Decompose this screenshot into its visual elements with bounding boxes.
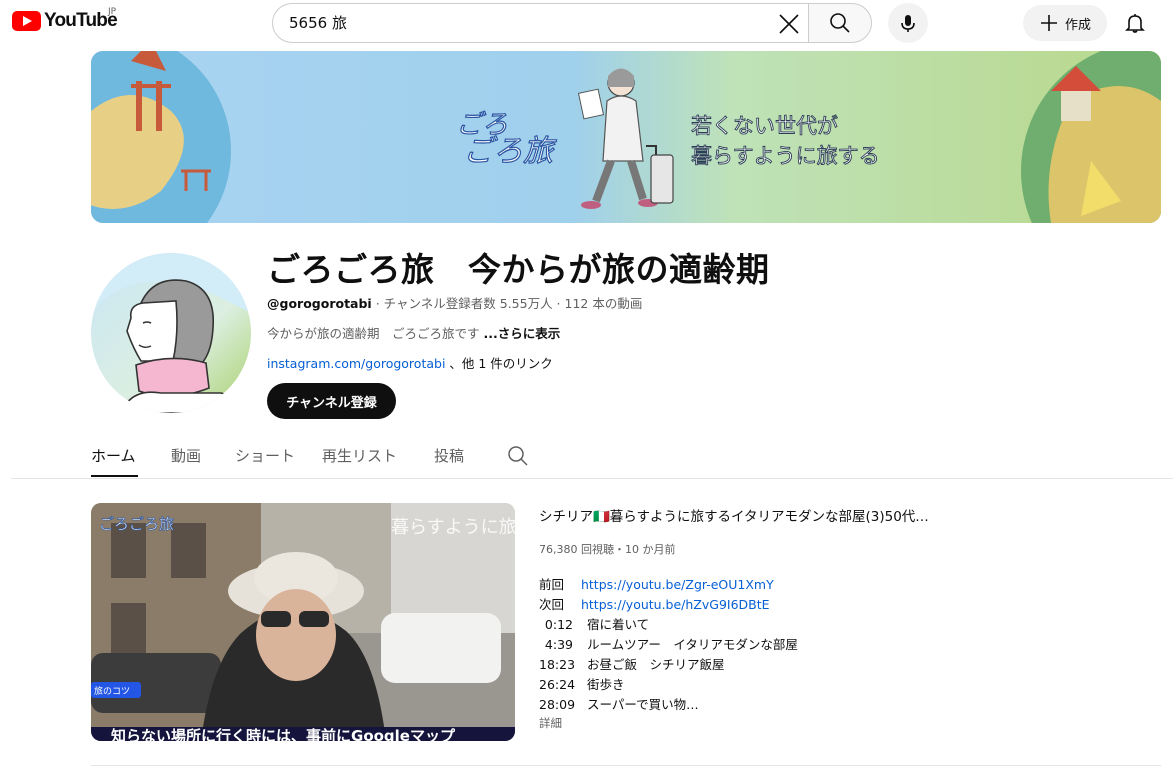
details-link[interactable]: 詳細 (539, 715, 562, 731)
channel-name: ごろごろ旅 今からが旅の適齢期 (267, 250, 770, 289)
tab-home[interactable]: ホーム (91, 445, 136, 466)
desc-link-row: 前回 https://youtu.be/Zgr-eOU1XmY (539, 575, 798, 595)
youtube-play-icon (12, 11, 41, 31)
desc-link-label: 前回 (539, 577, 565, 592)
chapter-time: 18:23 (539, 657, 576, 672)
create-label: 作成 (1064, 17, 1091, 33)
desc-link-row: 次回 https://youtu.be/hZvG9I6DBtE (539, 595, 798, 615)
more-links-text[interactable]: 、他 1 件のリンク (445, 356, 552, 371)
notifications-button[interactable] (1118, 6, 1152, 40)
plus-icon (1040, 15, 1057, 31)
chapter-row: 0:12 宿に着いて (539, 615, 798, 635)
search-button[interactable] (808, 3, 872, 43)
thumb-caption: 知らない場所に行く時には、事前にGoogleマップ (111, 727, 456, 741)
youtube-logo[interactable]: YouTube (12, 10, 118, 32)
desc-link-label: 次回 (539, 597, 565, 612)
search-box[interactable] (272, 3, 809, 43)
channel-avatar[interactable] (91, 253, 251, 413)
chapter-text: ルームツアー イタリアモダンな部屋 (587, 637, 798, 652)
banner-tagline-line2: 暮らすように旅する (691, 144, 880, 168)
thumb-tag: 旅のコツ (94, 685, 130, 697)
country-code: JP (108, 7, 117, 17)
channel-tabs: ホーム 動画 ショート 再生リスト 投稿 (91, 433, 541, 478)
video-title[interactable]: シチリア🇮🇹暮らすように旅するイタリアモダンな部屋(3)50代… (539, 505, 939, 525)
instagram-link[interactable]: instagram.com/gorogorotabi (267, 356, 445, 371)
chapter-text: お昼ご飯 シチリア飯屋 (587, 657, 725, 672)
tab-shorts[interactable]: ショート (235, 445, 295, 466)
microphone-icon (901, 15, 915, 32)
channel-links: instagram.com/gorogorotabi 、他 1 件のリンク (267, 353, 553, 372)
tab-videos[interactable]: 動画 (171, 445, 201, 466)
chapter-text: 街歩き (587, 677, 625, 692)
show-more-link[interactable]: ...さらに表示 (483, 326, 560, 341)
clear-search-button[interactable] (773, 8, 805, 40)
prev-video-link[interactable]: https://youtu.be/Zgr-eOU1XmY (581, 577, 774, 592)
video-description: 前回 https://youtu.be/Zgr-eOU1XmY 次回 https… (539, 575, 798, 715)
chapter-row: 28:09 スーパーで買い物… (539, 695, 798, 715)
video-meta: 76,380 回視聴・10 か月前 (539, 543, 676, 556)
logo-text: YouTube (44, 10, 118, 31)
channel-search-icon[interactable] (507, 445, 529, 467)
thumb-logo: ごろごろ旅 (99, 515, 174, 533)
voice-search-button[interactable] (888, 3, 928, 43)
channel-handle: @gorogorotabi (267, 296, 372, 311)
chapter-row: 26:24 街歩き (539, 675, 798, 695)
channel-meta: @gorogorotabi · チャンネル登録者数 5.55万人 · 112 本… (267, 293, 642, 312)
chapter-text: 宿に着いて (587, 617, 650, 632)
search-icon (830, 13, 850, 33)
channel-banner: ごろ ごろ旅 若くない世代が 暮らすように旅する (91, 51, 1161, 223)
channel-description[interactable]: 今からが旅の適齢期 ごろごろ旅です ...さらに表示 (267, 323, 560, 342)
chapter-time: 4:39 (544, 637, 573, 652)
channel-description-text: 今からが旅の適齢期 ごろごろ旅です (267, 326, 484, 341)
tab-playlists[interactable]: 再生リスト (322, 445, 397, 466)
next-video-link[interactable]: https://youtu.be/hZvG9I6DBtE (581, 597, 770, 612)
banner-tagline-line1: 若くない世代が (691, 114, 838, 138)
channel-stats: · チャンネル登録者数 5.55万人 · 112 本の動画 (371, 296, 643, 311)
banner-logo-line2: ごろ旅 (463, 134, 557, 169)
video-thumbnail[interactable]: ごろごろ旅 暮らすように旅 旅のコツ 知らない場所に行く時には、事前にGoogl… (91, 503, 515, 741)
tab-posts[interactable]: 投稿 (434, 445, 464, 466)
chapter-time: 28:09 (539, 697, 576, 712)
section-divider (91, 765, 1161, 766)
subscribe-button[interactable]: チャンネル登録 (267, 383, 396, 419)
chapter-text: スーパーで買い物… (587, 697, 699, 712)
search-input[interactable] (289, 13, 769, 31)
chapter-row: 4:39 ルームツアー イタリアモダンな部屋 (539, 635, 798, 655)
thumb-overlay: 暮らすように旅 (391, 517, 515, 538)
chapter-time: 26:24 (539, 677, 576, 692)
active-tab-indicator (91, 475, 138, 477)
tabs-divider (11, 478, 1173, 479)
chapter-time: 0:12 (544, 617, 573, 632)
create-button[interactable]: 作成 (1023, 5, 1107, 41)
chapter-row: 18:23 お昼ご飯 シチリア飯屋 (539, 655, 798, 675)
close-icon (779, 14, 799, 34)
bell-icon (1125, 14, 1145, 33)
